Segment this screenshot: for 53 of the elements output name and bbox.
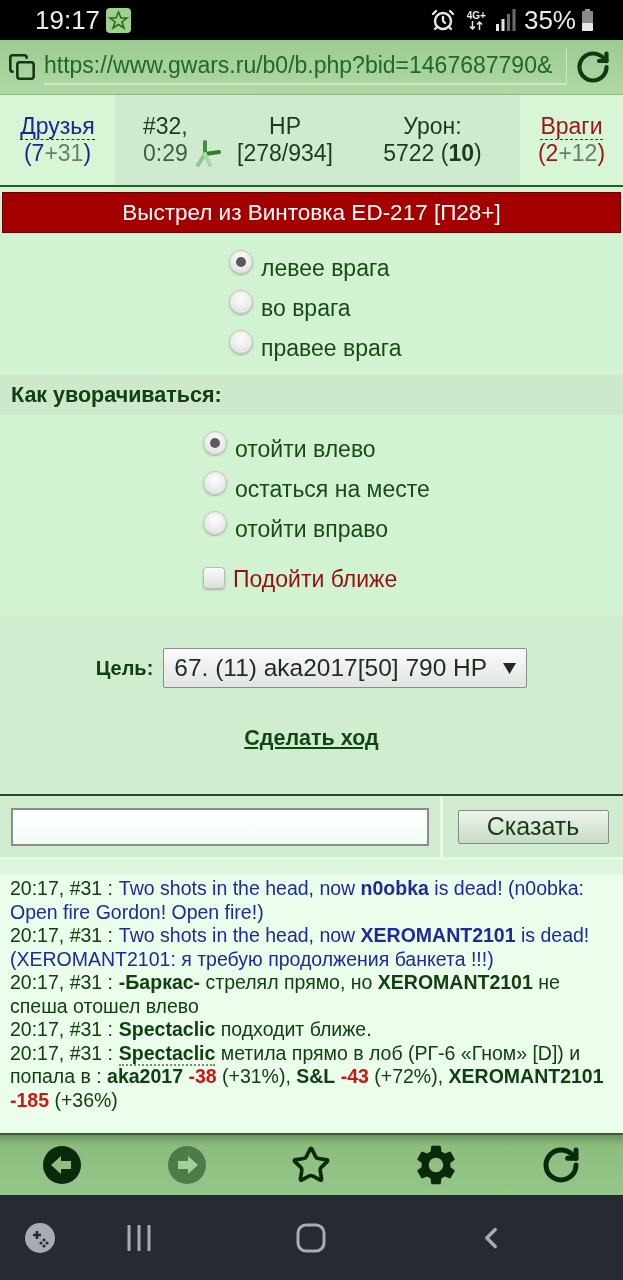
radio-label[interactable]: отойти вправо — [235, 516, 388, 542]
log-entry: 20:17, #31 : Spectaclic метила прямо в лоб (РГ-6 «Гном» [D]) и попала в : aka2017 -38 (+31%), S&L -43 (+72%), XEROMANT2101 -185 (+36%) — [10, 1041, 605, 1112]
copy-icon[interactable] — [8, 53, 36, 81]
star-icon[interactable] — [291, 1145, 332, 1185]
hp-label: HP — [269, 113, 301, 140]
damage-label: Урон: — [403, 113, 462, 140]
radio-button[interactable] — [229, 290, 253, 314]
target-label: Цель: — [95, 656, 154, 680]
team-count: (7+31) — [23, 139, 92, 167]
damage-value: 5722 (10) — [383, 140, 482, 167]
player-link[interactable]: Spectaclic — [118, 1041, 216, 1066]
status-time: 19:17 — [35, 4, 101, 36]
network-type-label: 4G+ — [466, 10, 486, 21]
reload-icon[interactable] — [575, 49, 611, 85]
enemies-link[interactable]: Враги — [540, 113, 603, 140]
radio-label[interactable]: правее врага — [261, 335, 402, 361]
battery-percent: 35% — [523, 4, 576, 36]
radio-button[interactable] — [203, 511, 227, 535]
radio-button[interactable] — [203, 471, 227, 495]
home-icon[interactable] — [296, 1222, 326, 1253]
hp-value: [278/934] — [237, 140, 333, 167]
caret-icon — [503, 662, 517, 674]
radio-label[interactable]: остаться на месте — [235, 476, 430, 502]
turn-timer: 0:29 — [143, 140, 188, 167]
data-arrows-icon — [469, 21, 484, 30]
recent-apps-icon[interactable] — [126, 1224, 152, 1251]
battery-icon — [582, 9, 593, 31]
radio-label[interactable]: левее врага — [261, 255, 390, 281]
checkbox-label[interactable]: Подойти ближе — [233, 566, 398, 592]
section-title: Как уворачиваться: — [0, 375, 623, 415]
make-move-link[interactable]: Сделать ход — [244, 726, 379, 751]
chat-input[interactable] — [11, 807, 429, 846]
turn-number: #32, — [143, 113, 188, 140]
radio-label[interactable]: отойти влево — [235, 436, 376, 462]
radio-label[interactable]: во врага — [261, 295, 351, 321]
radio-button[interactable] — [229, 330, 253, 354]
star-badge-icon — [106, 7, 132, 33]
action-banner: Выстрел из Винтовка ED-217 [П28+] — [2, 192, 621, 233]
settings-icon[interactable] — [416, 1145, 457, 1185]
friends-link[interactable]: Друзья — [20, 113, 95, 140]
log-entry: 20:17, #31 : Spectaclic подходит ближе. — [10, 1018, 373, 1042]
alarm-icon — [430, 8, 455, 32]
radio-button[interactable] — [203, 431, 227, 455]
checkbox[interactable] — [203, 567, 225, 589]
log-entry: 20:17, #31 : Two shots in the head, now XEROMANT2101 is dead! (XEROMANT2101: я требую продолжения банкета !!!) — [10, 924, 591, 971]
target-select[interactable]: 67. (11) aka2017[50] 790 HP — [163, 648, 528, 688]
signal-icon — [495, 9, 516, 31]
url-field[interactable]: https://www.gwars.ru/b0/b.php?bid=1467687790& — [44, 49, 567, 85]
team-count: (2+12) — [537, 139, 606, 167]
radio-button[interactable] — [229, 250, 253, 274]
log-entry: 20:17, #31 : Two shots in the head, now n0obka is dead! (n0obka: Open fire Gordon! Open fire!) — [10, 877, 585, 924]
say-button[interactable]: Сказать — [457, 809, 609, 844]
gamepad-icon[interactable] — [25, 1222, 55, 1253]
